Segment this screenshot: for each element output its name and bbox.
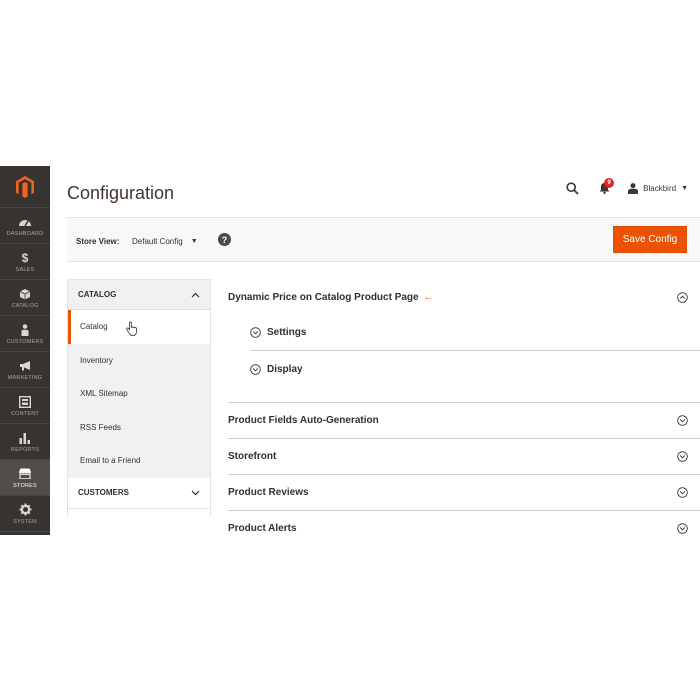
nav-label: SYSTEM	[13, 518, 37, 525]
nav-label: REPORTS	[11, 446, 39, 453]
tab-item-label: Email to a Friend	[80, 456, 141, 466]
tab-group-customers[interactable]: CUSTOMERS	[67, 477, 211, 509]
tab-gap	[67, 508, 211, 517]
config-content: Dynamic Price on Catalog Product Page ← S…	[228, 279, 700, 535]
section-title: Product Fields Auto-Generation	[228, 415, 379, 426]
megaphone-icon	[19, 359, 32, 373]
expand-circle-icon	[250, 363, 261, 375]
expand-circle-icon	[677, 451, 688, 462]
tab-item-rss-feeds[interactable]: RSS Feeds	[68, 410, 210, 444]
config-tabs: CATALOG Catalog Inventory XML Sitemap RS…	[67, 279, 211, 535]
notifications-button[interactable]: 9	[596, 178, 615, 196]
user-menu[interactable]: Blackbird ▼	[628, 182, 688, 194]
notifications-count-badge: 9	[604, 178, 615, 188]
tab-item-catalog[interactable]: Catalog	[68, 310, 210, 344]
expand-circle-icon	[677, 523, 688, 534]
nav-label: STORES	[13, 482, 37, 489]
group-title: Settings	[267, 327, 307, 338]
tab-group-title: CATALOG	[78, 290, 117, 299]
tab-item-label: RSS Feeds	[80, 422, 121, 432]
store-icon	[18, 467, 32, 481]
store-view-label: Store View:	[76, 237, 120, 246]
arrow-left-icon: ←	[423, 291, 434, 303]
section-title: Dynamic Price on Catalog Product Page	[228, 291, 419, 303]
group-title: Display	[267, 363, 303, 375]
caret-down-icon: ▼	[681, 184, 688, 192]
section-product-alerts[interactable]: Product Alerts	[228, 511, 700, 535]
hand-cursor-icon	[126, 321, 137, 336]
expand-circle-icon	[677, 487, 688, 498]
nav-sales[interactable]: $ SALES	[0, 244, 50, 280]
section-title-wrap: Dynamic Price on Catalog Product Page ←	[228, 292, 434, 303]
nav-dashboard[interactable]: DASHBOARD	[0, 208, 50, 244]
nav-system[interactable]: SYSTEM	[0, 496, 50, 532]
admin-sidebar: DASHBOARD $ SALES CATALOG CUSTOMERS MARK…	[0, 166, 50, 535]
box-icon	[19, 287, 31, 301]
magento-logo-icon	[16, 175, 34, 198]
tab-item-xml-sitemap[interactable]: XML Sitemap	[68, 377, 210, 411]
section-product-reviews[interactable]: Product Reviews	[228, 475, 700, 511]
tab-group-title: CUSTOMERS	[78, 488, 129, 497]
collapse-circle-icon	[677, 291, 688, 303]
nav-label: MARKETING	[7, 374, 43, 381]
nav-label: SALES	[15, 266, 35, 273]
gear-icon	[19, 503, 32, 517]
tab-list: Catalog Inventory XML Sitemap RSS Feeds …	[67, 310, 211, 478]
section-product-fields-auto-generation[interactable]: Product Fields Auto-Generation	[228, 403, 700, 439]
header-actions: 9 Blackbird ▼	[564, 178, 688, 196]
group-settings[interactable]: Settings	[250, 315, 700, 351]
section-title: Product Alerts	[228, 523, 297, 534]
layout-icon	[19, 395, 31, 409]
nav-customers[interactable]: CUSTOMERS	[0, 316, 50, 352]
expand-circle-icon	[250, 327, 261, 338]
tab-item-label: Catalog	[80, 322, 108, 332]
section-title: Product Reviews	[228, 487, 309, 498]
store-view-bar: Store View: Default Config ▼ ? Save Conf…	[67, 217, 700, 262]
save-config-button[interactable]: Save Config	[613, 226, 687, 253]
help-icon[interactable]: ?	[218, 233, 231, 246]
nav-label: CONTENT	[11, 410, 39, 417]
section-divider	[228, 387, 700, 403]
tab-group-catalog[interactable]: CATALOG	[67, 279, 211, 310]
chevron-up-icon	[191, 292, 200, 297]
nav-catalog[interactable]: CATALOG	[0, 280, 50, 316]
section-dynamic-price[interactable]: Dynamic Price on Catalog Product Page ←	[228, 279, 700, 315]
expand-circle-icon	[677, 415, 688, 426]
user-icon	[628, 182, 639, 194]
nav-label: CATALOG	[11, 302, 39, 309]
nav-label: CUSTOMERS	[6, 338, 44, 345]
search-icon[interactable]	[564, 180, 580, 196]
dashboard-icon	[18, 215, 32, 229]
store-view-switcher[interactable]: Default Config ▼	[132, 237, 198, 246]
nav-stores[interactable]: STORES	[0, 460, 50, 496]
section-storefront[interactable]: Storefront	[228, 439, 700, 475]
group-display[interactable]: Display	[250, 351, 700, 387]
admin-frame: DASHBOARD $ SALES CATALOG CUSTOMERS MARK…	[0, 166, 700, 535]
tab-item-label: Inventory	[80, 355, 113, 365]
person-icon	[20, 323, 30, 337]
tab-item-email-to-a-friend[interactable]: Email to a Friend	[68, 444, 210, 478]
caret-down-icon: ▼	[190, 238, 198, 245]
chevron-down-icon	[191, 490, 200, 495]
nav-reports[interactable]: REPORTS	[0, 424, 50, 460]
dollar-icon: $	[21, 250, 29, 265]
section-title: Storefront	[228, 451, 277, 462]
magento-logo[interactable]	[0, 166, 50, 208]
bar-chart-icon	[19, 431, 31, 445]
nav-content[interactable]: CONTENT	[0, 388, 50, 424]
nav-marketing[interactable]: MARKETING	[0, 352, 50, 388]
store-view-value: Default Config	[132, 237, 183, 246]
page-title: Configuration	[67, 183, 175, 203]
tab-item-label: XML Sitemap	[80, 389, 128, 399]
user-name: Blackbird	[643, 183, 677, 193]
nav-label: DASHBOARD	[6, 230, 44, 237]
tab-item-inventory[interactable]: Inventory	[68, 343, 210, 377]
